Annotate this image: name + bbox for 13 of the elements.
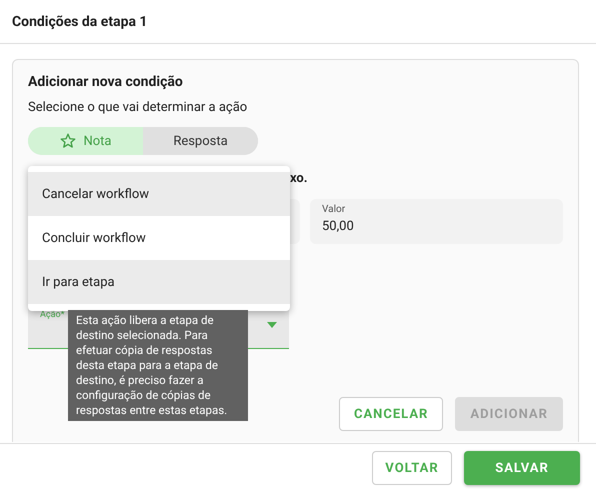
field-label: Ação* (40, 310, 64, 320)
field-value: 50,00 (322, 219, 355, 234)
caret-icon (267, 322, 277, 328)
field-label: Valor (322, 204, 346, 215)
menu-item[interactable]: Ir para etapa (28, 260, 290, 304)
tooltip: Esta ação libera a etapa de destino selecionada. Para efetuar cópia de respostas desta etapa para a etapa de destino, é preciso fazer a configuração de cópias de respostas entre estas etapas. (68, 310, 248, 421)
value-field[interactable]: Valor 50,00 (310, 199, 563, 244)
card-subtitle: Selecione o que vai determinar a ação (28, 100, 248, 115)
dialog-title: Condições da etapa 1 (12, 14, 148, 30)
instruction-text: xo. (290, 171, 309, 187)
card-title: Adicionar nova condição (28, 74, 184, 90)
menu-item[interactable]: Cancelar workflow (28, 172, 290, 216)
menu-item[interactable]: Concluir workflow (28, 216, 290, 260)
